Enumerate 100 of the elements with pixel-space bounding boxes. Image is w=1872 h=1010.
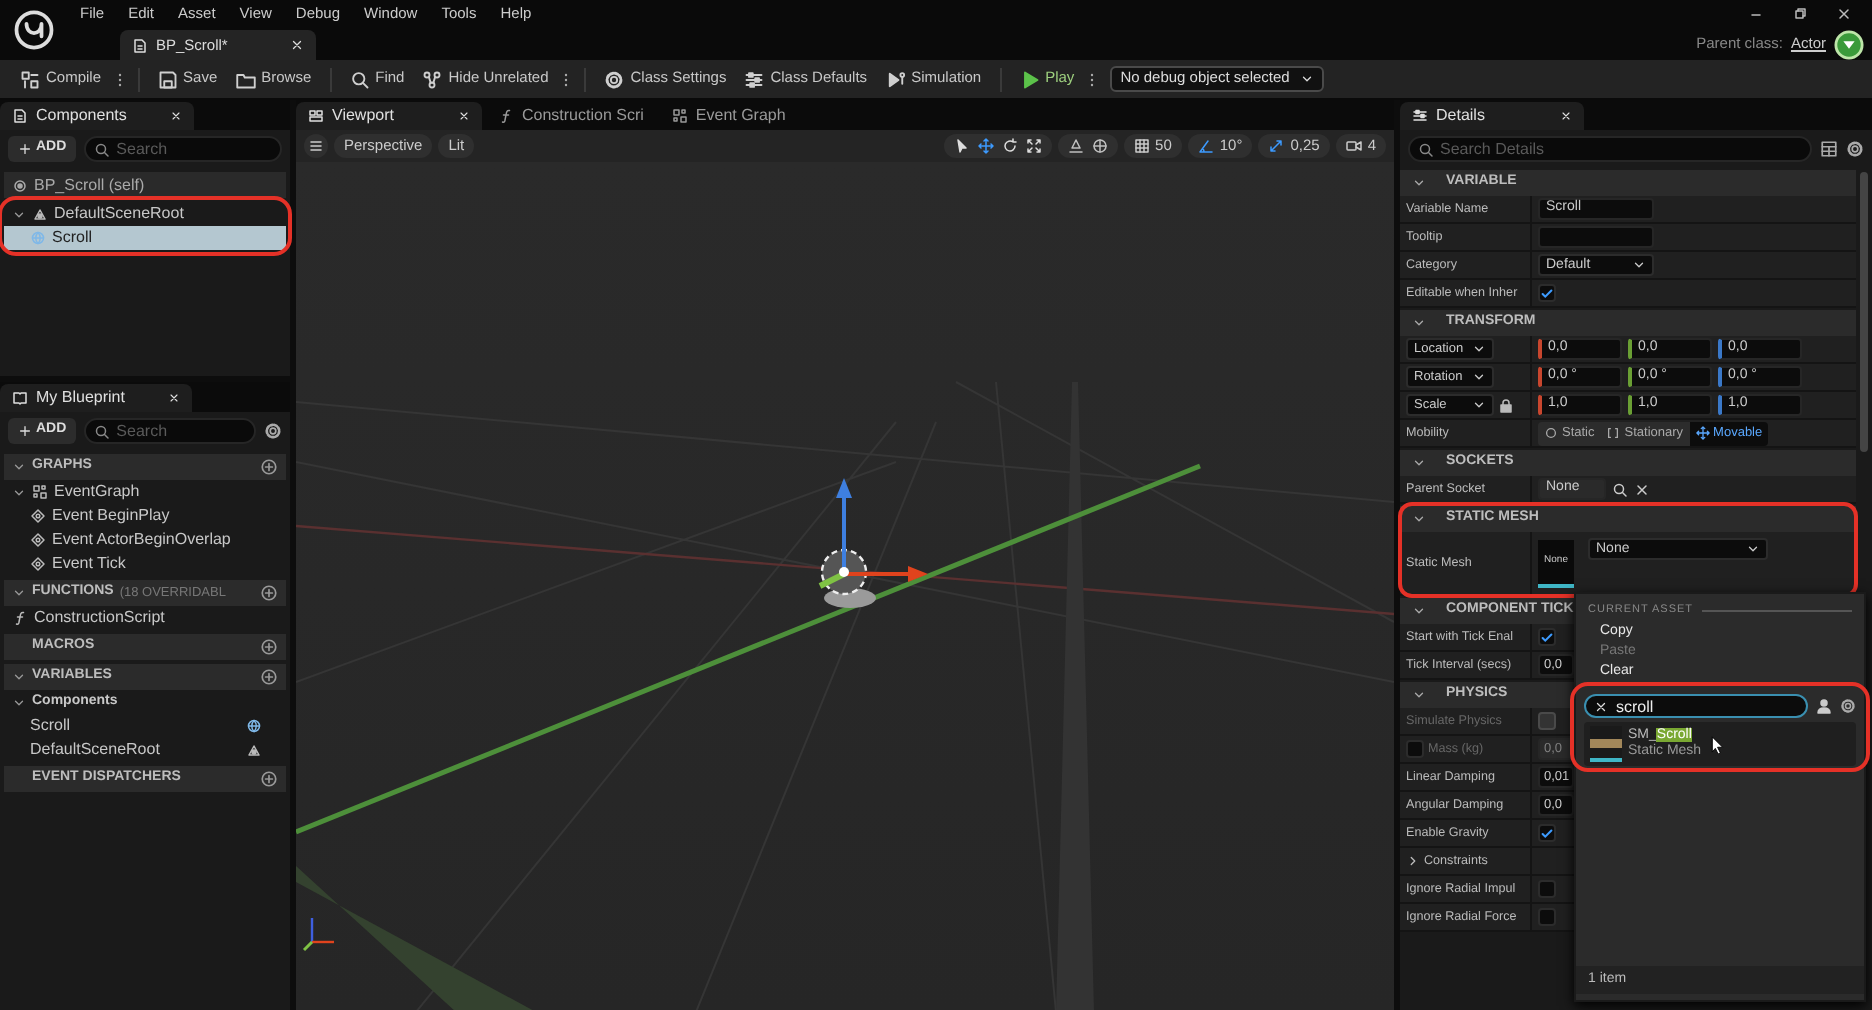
book-icon [12, 390, 28, 406]
search-icon [94, 423, 111, 439]
layout-grid-icon [308, 108, 324, 124]
plus-circle-icon[interactable] [260, 668, 278, 686]
move-arrows-icon[interactable] [977, 138, 994, 154]
search-icon [349, 69, 370, 89]
editor-tab[interactable]: Construction Scri [485, 102, 656, 130]
function-icon [497, 108, 514, 124]
plus-icon [18, 142, 32, 156]
close-icon [1594, 699, 1608, 714]
plus-circle-icon[interactable] [260, 638, 278, 656]
tree-item[interactable]: ConstructionScript [4, 606, 286, 630]
editor-tab[interactable]: Event Graph [659, 102, 800, 130]
sliders-icon [744, 69, 765, 89]
circle-icon [1544, 426, 1558, 440]
lock-icon[interactable] [1498, 397, 1514, 413]
tree-item[interactable]: Event BeginPlay [4, 504, 286, 528]
panel-tab[interactable]: My Blueprint [0, 384, 193, 412]
close-icon[interactable] [1634, 481, 1650, 497]
chevron-down-icon [1746, 542, 1760, 556]
close-icon[interactable] [170, 110, 183, 122]
move-arrows-icon [1695, 426, 1710, 440]
asset-search-field[interactable]: scroll [1584, 694, 1808, 719]
tree-item[interactable]: Event Tick [4, 552, 286, 576]
transform-gizmo-drawing [818, 478, 928, 608]
settings-icon[interactable] [1840, 698, 1856, 715]
search-field[interactable]: Search [84, 418, 256, 444]
tree-item[interactable]: BP_Scroll (self) [4, 172, 286, 198]
plus-circle-icon[interactable] [260, 458, 278, 476]
text-field[interactable] [1538, 226, 1654, 248]
close-icon[interactable] [1560, 110, 1573, 122]
blocks-icon [20, 69, 40, 89]
checkbox[interactable] [1538, 284, 1556, 302]
tree-item[interactable]: Event ActorBeginOverlap [4, 528, 286, 552]
axis-indicator-icon [302, 918, 334, 952]
scene-node-icon [32, 206, 48, 222]
globe-icon[interactable] [1091, 138, 1108, 154]
document-icon [12, 108, 28, 124]
scale-arrows-icon[interactable] [1025, 138, 1042, 154]
scrollbar-thumb[interactable] [1860, 172, 1868, 452]
panel-tab[interactable]: Details [1400, 102, 1585, 130]
restore-icon[interactable] [1792, 6, 1808, 22]
sphere-icon [30, 230, 46, 246]
checkbox[interactable] [1538, 628, 1556, 646]
search-icon [94, 141, 111, 157]
search-icon[interactable] [1612, 481, 1628, 497]
surface-snap-icon[interactable] [1067, 138, 1084, 154]
close-icon[interactable] [168, 392, 181, 404]
play-icon [1019, 69, 1040, 89]
settings-icon[interactable] [264, 422, 282, 440]
editor-tab[interactable]: Viewport [296, 102, 482, 130]
status-circle-icon[interactable] [1834, 29, 1864, 59]
sphere-icon [246, 718, 262, 734]
diagonal-arrow-icon [1268, 138, 1285, 154]
plus-icon [18, 424, 32, 438]
grid-icon [1133, 138, 1150, 154]
angle-icon [1197, 138, 1214, 154]
settings-icon [604, 69, 625, 89]
tree-item[interactable]: DefaultSceneRoot [4, 738, 286, 762]
table-icon[interactable] [1820, 140, 1838, 158]
settings-icon[interactable] [1846, 140, 1864, 158]
panel-tab[interactable]: Components [0, 102, 195, 130]
close-icon[interactable] [290, 38, 304, 52]
event-node-icon [30, 532, 46, 548]
camera-icon [1345, 138, 1362, 154]
search-icon [1418, 141, 1434, 157]
play-figure-icon [885, 69, 906, 89]
close-icon[interactable] [457, 110, 470, 122]
rotate-icon[interactable] [1001, 138, 1018, 154]
close-icon[interactable] [1836, 6, 1852, 22]
logo-icon [14, 10, 54, 50]
search-field[interactable]: Search Details [1408, 136, 1812, 162]
asset-thumbnail-image [1590, 726, 1622, 763]
plus-circle-icon[interactable] [260, 584, 278, 602]
checkbox[interactable] [1538, 824, 1556, 842]
sliders-icon [1412, 108, 1428, 124]
scene-node-icon [246, 742, 262, 758]
mouse-pointer-icon [1707, 735, 1726, 754]
menu-icon [308, 138, 324, 154]
tree-item[interactable]: Scroll [4, 226, 286, 250]
nodes-icon [422, 69, 443, 89]
person-icon[interactable] [1816, 698, 1832, 715]
plus-circle-icon[interactable] [260, 770, 278, 788]
document-icon [132, 37, 148, 53]
tree-item[interactable]: DefaultSceneRoot [4, 202, 286, 226]
search-field[interactable]: Search [84, 136, 282, 162]
tree-item[interactable]: Scroll [4, 714, 286, 738]
actor-icon [12, 177, 28, 193]
cursor-icon[interactable] [953, 138, 970, 154]
checkbox[interactable] [1538, 880, 1556, 898]
brackets-icon [1606, 426, 1621, 440]
tree-item[interactable]: EventGraph [4, 480, 286, 504]
chevron-down-icon [1632, 258, 1646, 272]
folder-icon [235, 69, 256, 89]
event-node-icon [30, 556, 46, 572]
viewport-menu-button[interactable] [304, 134, 328, 158]
checkbox[interactable] [1538, 908, 1556, 926]
event-node-icon [30, 508, 46, 524]
graph-icon [32, 484, 48, 500]
function-icon [12, 610, 28, 626]
